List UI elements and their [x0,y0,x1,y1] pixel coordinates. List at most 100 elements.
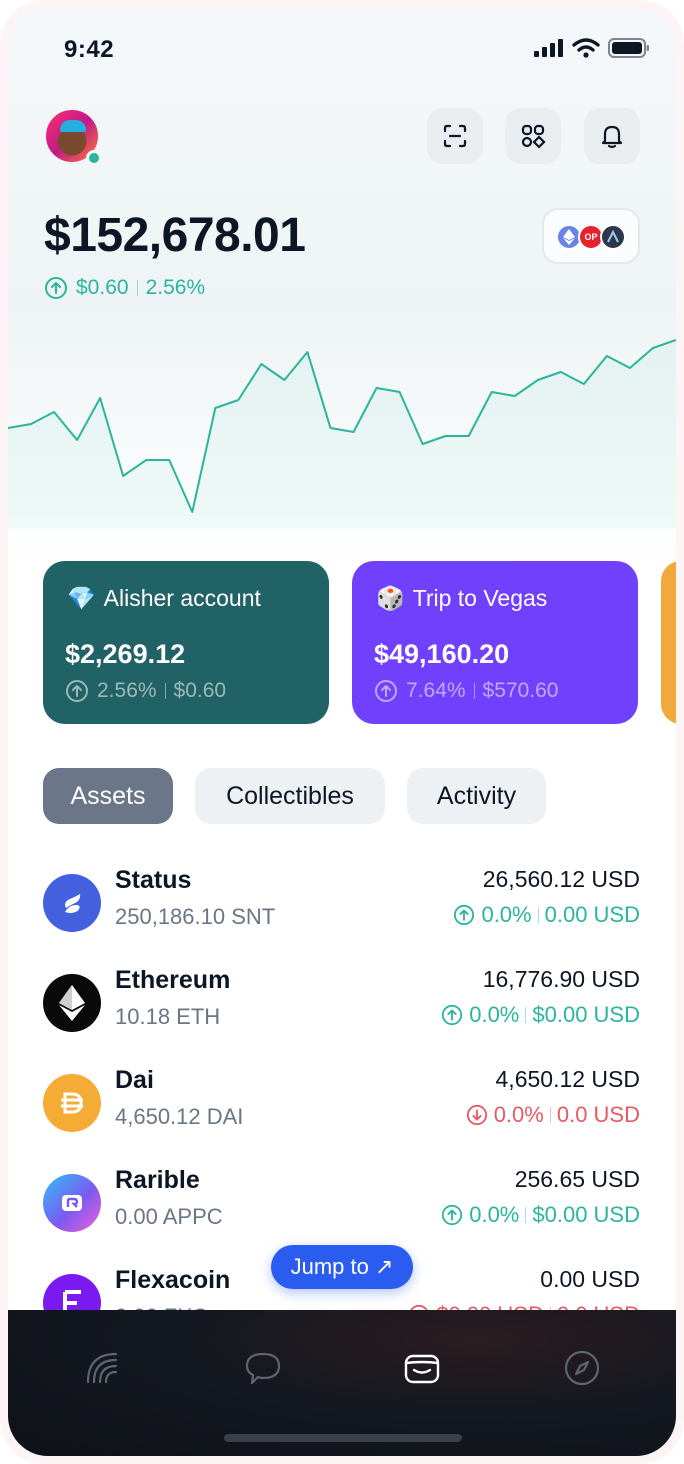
chart-area [8,340,676,528]
network-selector[interactable]: OP [542,208,640,264]
wifi-icon [572,38,600,58]
arrow-up-circle-icon [66,680,88,702]
arrow-up-circle-icon [442,1204,463,1226]
asset-change: 0.0% $0.00 USD [441,1002,640,1028]
account-change: 7.64% $570.60 [374,679,558,703]
account-title: 🎲 Trip to Vegas [376,585,547,612]
browser-icon [564,1350,600,1386]
asset-change-amount: $0.00 USD [532,1002,640,1027]
divider [525,1207,527,1223]
tab-assets[interactable]: Assets [43,768,173,824]
asset-name: Status [115,866,192,894]
battery-icon [608,38,649,58]
status-time: 9:42 [64,36,115,63]
asset-change-amount: $0.00 USD [532,1202,640,1227]
home-indicator [224,1434,462,1442]
scan-button[interactable] [427,108,483,164]
asset-row-status[interactable]: Status 250,186.10 SNT 26,560.12 USD 0.0% 0.0… [8,866,676,966]
asset-change: 0.0% 0.0 USD [466,1102,640,1128]
avatar-hat [60,120,86,132]
change-percent: 2.56% [145,276,206,299]
nav-wallet[interactable] [392,1340,452,1396]
asset-name: Flexacoin [115,1266,231,1294]
asset-name: Ethereum [115,966,231,994]
account-change: 2.56% $0.60 [65,679,226,703]
asset-name: Dai [115,1066,154,1094]
asset-quantity: 4,650.12 DAI [115,1104,244,1129]
notifications-button[interactable] [584,108,640,164]
divider [473,683,475,699]
divider [136,280,138,296]
status-icons [534,38,650,58]
asset-value: 256.65 USD [514,1166,640,1192]
tab-activity[interactable]: Activity [407,768,546,824]
account-card-partial[interactable] [661,561,676,724]
divider [164,683,166,699]
asset-change: 0.0% 0.00 USD [453,902,640,928]
divider [525,1007,527,1023]
asset-quantity: 0.00 APPC [115,1204,223,1229]
bell-icon [601,125,623,149]
communities-icon [86,1352,118,1384]
chat-icon [245,1352,281,1385]
arrow-up-circle-icon [375,680,397,702]
asset-row-ethereum[interactable]: Ethereum 10.18 ETH 16,776.90 USD 0.0% $0.00 … [8,966,676,1066]
arrow-up-circle-icon [442,1004,463,1026]
apps-icon [521,124,546,149]
rarible-icon [43,1174,101,1232]
account-change-amount: $0.60 [173,679,227,702]
asset-change-percent: 0.0% [493,1102,544,1127]
arbitrum-network-icon [600,224,626,250]
asset-value: 16,776.90 USD [482,966,640,992]
asset-row-dai[interactable]: Dai 4,650.12 DAI 4,650.12 USD 0.0% 0.0 USD [8,1066,676,1166]
arrow-down-circle-icon [466,1104,487,1126]
asset-change-amount: 0.00 USD [544,902,640,927]
asset-change: 0.0% $0.00 USD [441,1202,640,1228]
gem-icon: 💎 [67,585,96,611]
asset-name: Rarible [115,1166,200,1194]
bottom-nav [8,1310,676,1456]
scan-icon [443,124,467,148]
wallet-icon [404,1354,440,1384]
account-change-amount: $570.60 [482,679,559,702]
asset-change-percent: 0.0% [469,1002,520,1027]
online-indicator [86,150,102,166]
account-name: Alisher account [103,585,261,611]
dice-icon: 🎲 [376,585,405,611]
asset-change-amount: 0.0 USD [556,1102,640,1127]
account-card[interactable]: 🎲 Trip to Vegas $49,160.20 7.64% $570.60 [352,561,638,724]
change-amount: $0.60 [76,276,129,299]
arrow-up-circle-icon [454,904,475,926]
nav-communities[interactable] [72,1340,132,1396]
ethereum-icon [43,974,101,1032]
account-amount: $2,269.12 [65,639,186,669]
divider [549,1107,551,1123]
dai-icon [43,1074,101,1132]
signal-icon [534,39,563,57]
account-change-percent: 7.64% [406,679,466,702]
account-card[interactable]: 💎 Alisher account $2,269.12 2.56% $0.60 [43,561,329,724]
asset-value: 0.00 USD [540,1266,640,1292]
arrow-up-circle-icon [45,277,67,299]
account-change-percent: 2.56% [97,679,157,702]
asset-change-percent: 0.0% [469,1202,520,1227]
status-icon [43,874,101,932]
total-balance: $152,678.01 [44,209,306,262]
asset-value: 4,650.12 USD [495,1066,640,1092]
screen: 9:42 $152,678.01 $0.60 2.56% OP 💎 Alishe… [8,8,676,1456]
balance-chart[interactable] [8,328,676,528]
nav-chat[interactable] [233,1340,293,1396]
asset-quantity: 10.18 ETH [115,1004,221,1029]
asset-quantity: 250,186.10 SNT [115,904,276,929]
apps-button[interactable] [505,108,561,164]
account-amount: $49,160.20 [374,639,510,669]
device-frame: 9:42 $152,678.01 $0.60 2.56% OP 💎 Alishe… [0,0,684,1464]
account-title: 💎 Alisher account [67,585,261,612]
account-name: Trip to Vegas [412,585,548,611]
asset-change-percent: 0.0% [481,902,532,927]
divider [537,907,539,923]
balance-change: $0.60 2.56% [44,276,205,300]
tab-collectibles[interactable]: Collectibles [195,768,385,824]
nav-browser[interactable] [552,1340,612,1396]
jump-to-button[interactable]: Jump to ↗ [271,1245,413,1289]
